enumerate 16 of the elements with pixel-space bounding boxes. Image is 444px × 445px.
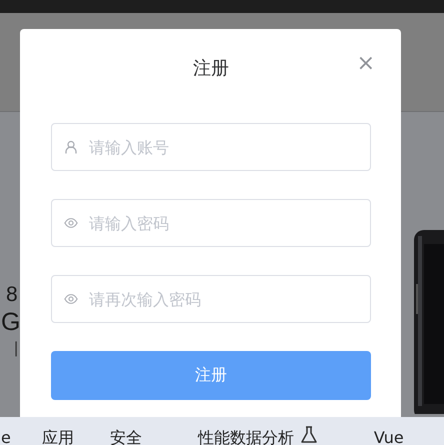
user-icon	[64, 140, 78, 154]
eye-icon	[64, 216, 78, 230]
eye-icon	[64, 292, 78, 306]
nav-link[interactable]: 应用	[42, 428, 74, 445]
nav-link[interactable]: Vue	[374, 428, 404, 445]
background-text: G	[1, 310, 20, 335]
input-field[interactable]: 请输入账号	[51, 123, 371, 171]
nav-link[interactable]: 性能数据分析	[198, 428, 294, 445]
dialog-title: 注册	[193, 57, 229, 80]
nav-link[interactable]: 安全	[110, 428, 142, 445]
input-field[interactable]: 请再次输入密码	[51, 275, 371, 323]
flask-icon	[300, 426, 318, 444]
background-text: |	[14, 341, 18, 357]
nav-link[interactable]: e	[1, 428, 11, 445]
input-field[interactable]: 请输入密码	[51, 199, 371, 247]
background-text: 8	[6, 284, 18, 305]
